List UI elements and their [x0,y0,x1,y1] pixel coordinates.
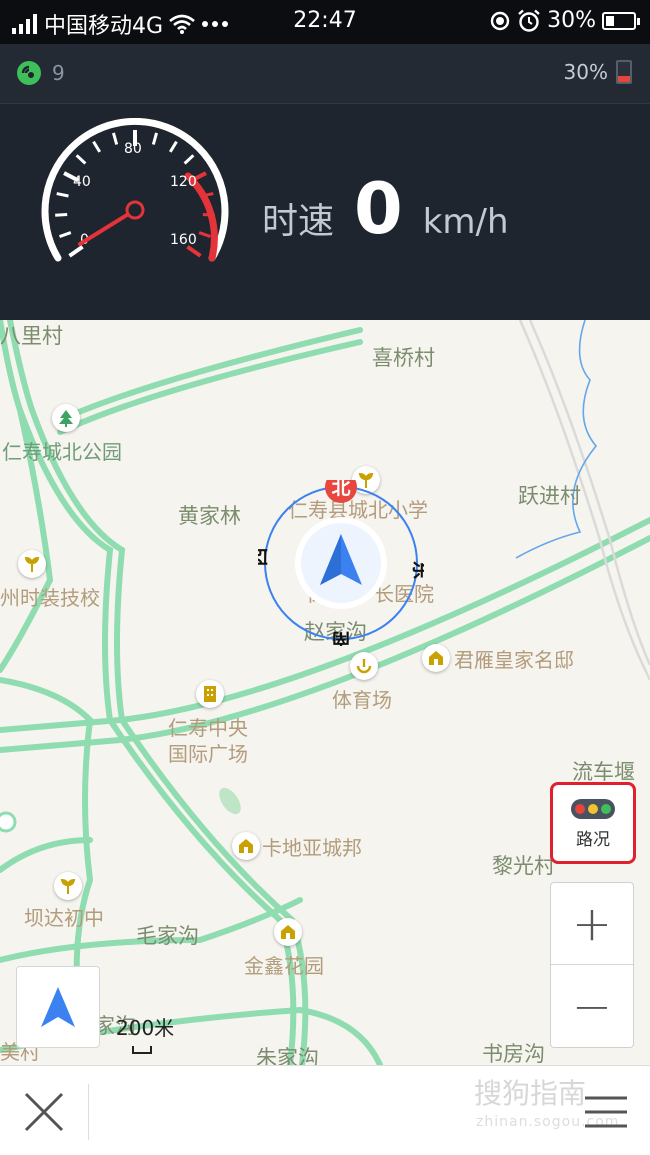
map-label-park: 仁寿城北公园 [2,440,122,464]
status-bar: 中国移动4G 22:47 30% [0,0,650,44]
compass-east: 东 [410,560,424,579]
compass-north: 北 [331,480,350,499]
gauge-tick-mark [55,212,68,217]
map-view[interactable]: 八里村 喜桥村 黄家林 跃进村 赵家沟 流车堰 黎光村 毛家沟 朱家沟 书房沟 … [0,320,650,1065]
status-battery-percent: 30% [547,8,596,33]
map-label-jinxin: 金鑫花园 [244,954,324,978]
map-label-trade-school: 州时装技校 [0,586,100,610]
map-label-zhujiagou: 朱家沟 [256,1046,319,1065]
park-icon [52,404,80,432]
school-icon-2 [18,550,46,578]
traffic-label: 路况 [576,830,610,850]
close-button[interactable] [10,1078,78,1146]
gauge-tick-mark [183,154,195,165]
device-battery-percent: 30% [563,60,608,84]
gauge-tick-120: 120 [170,174,197,190]
gps-info-bar: 9 30% [0,44,650,104]
speed-value: 0 [354,168,403,250]
map-label-kadiya: 卡地亚城邦 [262,836,362,860]
residence-icon-2 [232,832,260,860]
residence-icon-3 [274,918,302,946]
school-icon-3 [54,872,82,900]
gauge-tick-mark [186,245,202,258]
map-label-stadium: 体育场 [332,688,392,712]
navigation-arrow-icon [41,987,75,1027]
gauge-tick-mark [168,140,178,153]
gauge-tick-mark [92,140,102,153]
green-patch [219,787,241,815]
gauge-tick-mark [75,154,87,165]
bottom-bar: 搜狗指南 zhinan.sogou.com [0,1065,650,1155]
battery-icon [602,11,640,30]
office-icon [196,680,224,708]
speed-unit: km/h [422,202,509,242]
traffic-light-yellow [588,804,598,814]
gauge-needle [78,208,137,246]
gauge-tick-mark [59,231,72,238]
speed-panel: 0 40 80 120 160 时速 0 km/h [0,104,650,320]
traffic-light-green [601,804,611,814]
map-label-plaza-line1: 仁寿中央 [168,716,248,740]
map-label-plaza-line2: 国际广场 [168,742,248,766]
alarm-icon [518,9,540,32]
gauge-tick-mark [112,132,119,145]
menu-icon [585,1096,627,1128]
streams [515,320,598,559]
device-battery-icon [616,60,632,84]
bottom-divider [88,1084,89,1140]
status-time: 22:47 [293,8,357,33]
traffic-light-red [575,804,585,814]
gauge-tick-mark [56,192,69,198]
traffic-toggle-button[interactable]: 路况 [550,782,636,864]
map-label-xiqiao: 喜桥村 [372,346,435,370]
location-icon [490,11,510,30]
residence-icon [422,644,450,672]
speedometer-gauge: 0 40 80 120 160 [41,118,229,262]
gauge-tick-40: 40 [73,174,91,190]
map-label-shufanggou: 书房沟 [482,1042,545,1065]
gauge-tick-mark [151,132,158,145]
map-label-lili: 八里村 [0,324,63,348]
locate-button[interactable] [16,966,100,1048]
zoom-control: + − [550,882,634,1048]
speed-label: 时速 [262,201,335,242]
satellite-icon [17,61,41,85]
map-label-mansion: 君雁皇家名邸 [454,648,574,672]
map-label-baida: 坝达初中 [24,906,104,930]
map-label-yuejin: 跃进村 [518,484,581,508]
watermark: 搜狗指南 [474,1077,587,1110]
compass-west: 西 [258,547,270,566]
map-scale-bar [132,1046,152,1054]
compass-south: 南 [331,629,350,646]
satellite-count: 9 [52,61,65,85]
compass: 北 南 东 西 [258,480,424,646]
map-label-liguang: 黎光村 [492,854,555,878]
zoom-in-button[interactable]: + [551,883,633,965]
gauge-tick-mark [202,212,215,217]
map-scale-label: 200米 [116,1016,175,1040]
zoom-out-button[interactable]: − [551,966,633,1048]
gauge-tick-80: 80 [124,141,142,157]
battery-level-fill [606,15,614,26]
roundabout [0,811,17,833]
gauge-tick-160: 160 [170,232,197,248]
map-label-huangjialin: 黄家林 [178,504,241,528]
gauge-tick-mark [68,245,84,258]
map-label-maojiagou: 毛家沟 [136,924,199,948]
menu-button[interactable] [576,1084,636,1140]
device-battery-fill [618,76,630,82]
close-icon [24,1092,64,1132]
stadium-icon [350,652,378,680]
gauge-tick-mark [198,231,211,238]
gauge-hub [125,200,145,220]
traffic-light-icon [571,799,615,819]
